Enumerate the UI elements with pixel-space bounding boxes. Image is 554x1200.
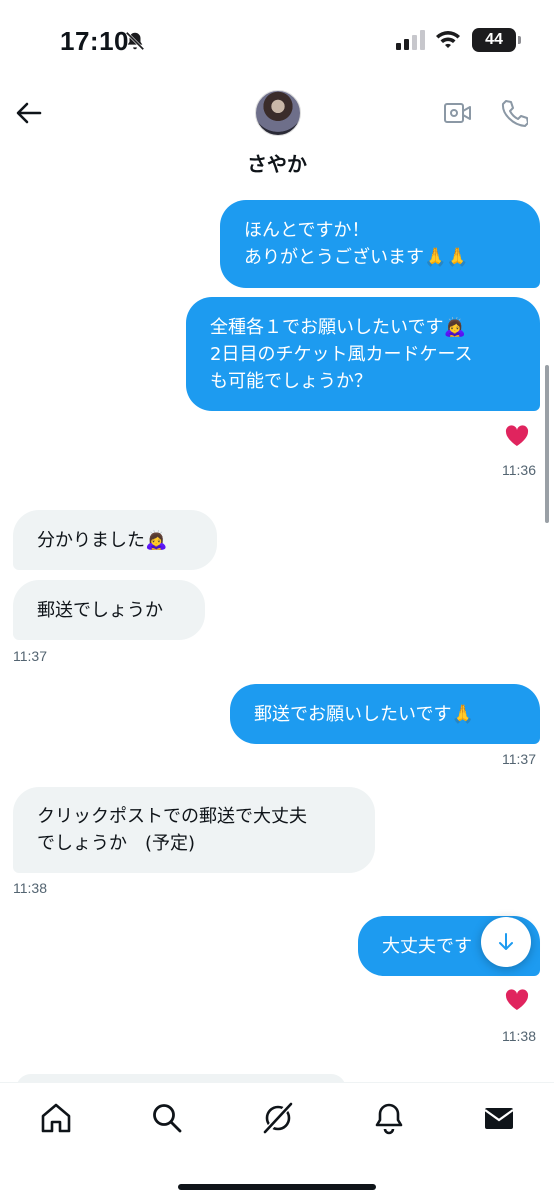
message-timestamp: 11:38 (502, 1028, 536, 1044)
message-line: 郵送でお願いしたいです🙏 (254, 703, 474, 725)
bottom-navigation (0, 1082, 554, 1200)
arrow-down-icon (499, 933, 513, 950)
silent-bell-icon (125, 31, 145, 51)
message-bubble-received[interactable]: 分かりました🙇‍♀️ (13, 510, 217, 570)
contact-name[interactable]: さやか (0, 148, 554, 177)
home-icon[interactable] (39, 1101, 73, 1135)
message-timestamp: 11:37 (502, 751, 536, 767)
avatar[interactable] (255, 90, 301, 136)
scroll-to-bottom-button[interactable] (481, 917, 531, 967)
phone-icon[interactable] (500, 98, 528, 128)
home-indicator[interactable] (178, 1184, 376, 1190)
scrollbar[interactable] (545, 365, 549, 523)
message-timestamp: 11:37 (13, 648, 47, 664)
video-call-icon[interactable] (443, 100, 473, 126)
status-time: 17:10 (60, 26, 129, 56)
message-bubble-sent[interactable]: ほんとですか！ ありがとうございます🙏🙏 (220, 200, 540, 288)
message-timestamp: 11:36 (502, 462, 536, 478)
message-line: 全種各１でお願いしたいです🙇‍♀️ (210, 316, 466, 338)
battery-indicator: 44 (472, 28, 521, 52)
arrow-left-icon[interactable] (14, 98, 44, 128)
heart-reaction-icon[interactable] (504, 988, 530, 1012)
cellular-signal-icon (396, 30, 425, 50)
message-line: ありがとうございます🙏🙏 (244, 247, 469, 268)
mail-icon[interactable] (482, 1101, 516, 1135)
message-line: 郵送でしょうか (37, 599, 163, 621)
message-line: でしょうか (予定) (37, 833, 196, 854)
message-line: ほんとですか！ (244, 220, 370, 241)
message-line: 2日目のチケット風カードケース (210, 343, 473, 365)
message-line: クリックポストでの郵送で大丈夫 (37, 806, 307, 827)
message-bubble-sent[interactable]: 全種各１でお願いしたいです🙇‍♀️ 2日目のチケット風カードケース も可能でしょ… (186, 297, 540, 411)
bell-icon[interactable] (372, 1101, 406, 1135)
search-icon[interactable] (150, 1101, 184, 1135)
grok-icon[interactable] (261, 1101, 295, 1135)
message-line: 分かりました🙇‍♀️ (37, 529, 168, 551)
message-bubble-sent[interactable]: 郵送でお願いしたいです🙏 (230, 684, 540, 744)
message-line: も可能でしょうか？ (210, 370, 372, 392)
message-timestamp: 11:38 (13, 880, 47, 896)
status-bar: 17:10 44 (0, 0, 554, 84)
message-bubble-received[interactable]: クリックポストでの郵送で大丈夫 でしょうか (予定) (13, 787, 375, 873)
message-bubble-received[interactable]: 郵送でしょうか (13, 580, 205, 640)
wifi-icon (436, 31, 460, 48)
conversation-header: さやか (0, 84, 554, 186)
heart-reaction-icon[interactable] (504, 424, 530, 448)
